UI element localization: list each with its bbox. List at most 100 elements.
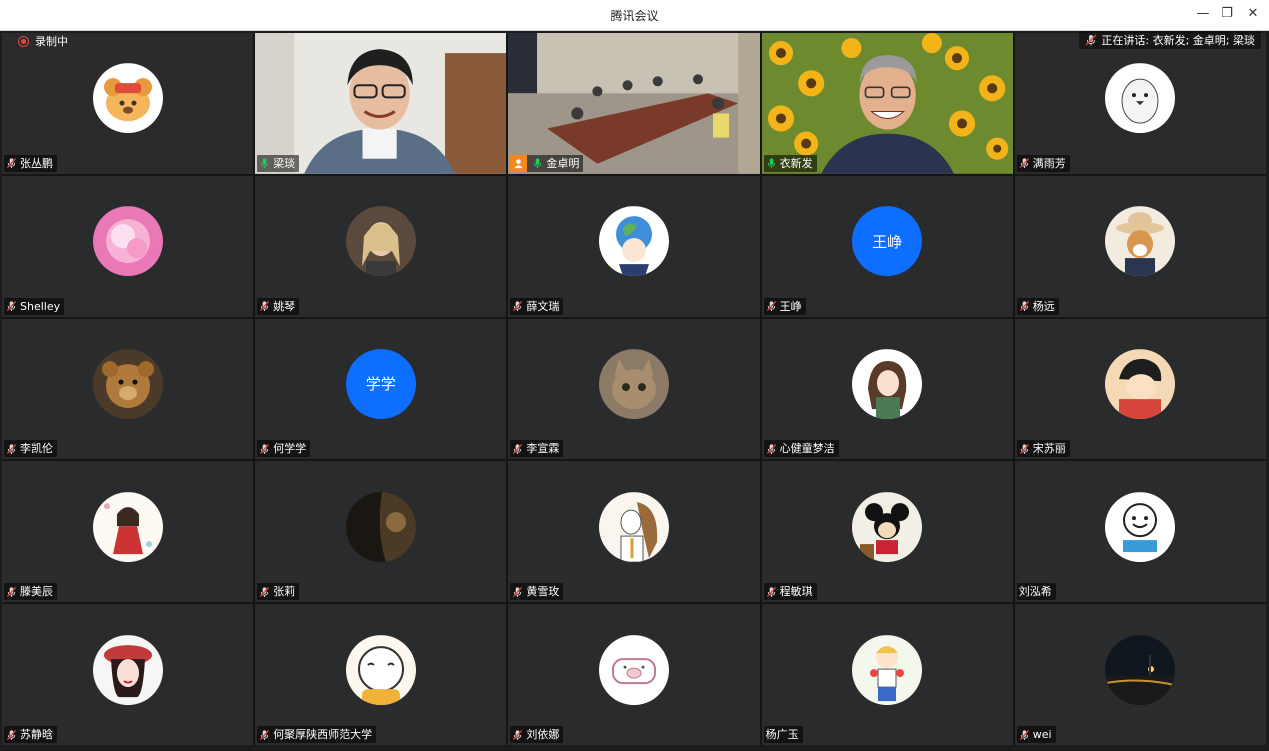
participant-avatar	[92, 634, 163, 705]
muted-mic-icon	[513, 729, 523, 740]
participant-tile[interactable]: 王峥 王峥	[761, 175, 1013, 317]
participant-name: 滕美辰	[20, 585, 53, 599]
participant-avatar	[345, 491, 416, 562]
participant-nameplate: 金卓明	[510, 154, 584, 172]
muted-mic-icon	[260, 729, 270, 740]
participant-nameplate: 张莉	[257, 583, 300, 601]
muted-mic-icon	[260, 586, 270, 597]
participant-video	[508, 33, 760, 174]
muted-mic-icon	[513, 301, 523, 312]
participant-video	[761, 33, 1013, 174]
participant-nameplate: 梁琰	[257, 154, 300, 172]
title-bar: 腾讯会议 — ❐ ✕	[0, 0, 1269, 31]
participant-tile[interactable]: 苏静晗	[2, 604, 254, 745]
participant-tile[interactable]: 心健童梦洁	[761, 318, 1013, 460]
participant-nameplate: wei	[1016, 726, 1056, 743]
participant-avatar	[345, 206, 416, 277]
muted-mic-icon	[513, 443, 523, 454]
participant-nameplate: 杨广玉	[763, 726, 803, 743]
participant-name: 李宣霖	[526, 442, 560, 456]
participant-nameplate: 苏静晗	[4, 726, 57, 743]
participant-tile[interactable]: 滕美辰	[2, 461, 254, 603]
participant-nameplate: 滕美辰	[4, 583, 57, 601]
restore-icon[interactable]: ❐	[1216, 4, 1238, 24]
participant-avatar	[598, 349, 669, 420]
participant-nameplate: 姚琴	[257, 297, 300, 315]
participant-tile[interactable]: 何聚厚陕西师范大学	[255, 604, 507, 745]
muted-mic-icon	[6, 158, 17, 169]
participant-nameplate: 薛文瑞	[510, 297, 564, 315]
participant-name: 薛文瑞	[526, 299, 560, 313]
participant-tile[interactable]: 张莉	[255, 461, 507, 603]
participant-nameplate: 衣新发	[763, 154, 817, 172]
participant-nameplate: 杨远	[1016, 297, 1059, 315]
participant-nameplate: 张丛鹏	[4, 154, 57, 172]
close-icon[interactable]: ✕	[1242, 4, 1264, 24]
host-user-icon	[510, 154, 528, 172]
participant-avatar	[598, 206, 669, 277]
participant-avatar	[852, 491, 923, 562]
participant-tile[interactable]: 金卓明	[508, 33, 760, 174]
participant-tile[interactable]: 满雨芳	[1014, 33, 1266, 174]
participant-nameplate: 刘依娜	[510, 726, 564, 743]
muted-mic-icon	[766, 443, 776, 454]
participant-name: wei	[1032, 728, 1052, 741]
participant-avatar	[852, 634, 923, 705]
participant-avatar	[1105, 63, 1176, 134]
participant-name: 宋苏丽	[1032, 442, 1066, 456]
participant-avatar	[92, 491, 163, 562]
participant-avatar	[1105, 349, 1176, 420]
participant-tile[interactable]: 李凯伦	[2, 318, 254, 460]
participant-video	[255, 33, 507, 174]
participant-nameplate: 刘泓希	[1016, 583, 1056, 601]
participant-tile[interactable]: 学学何学学	[255, 318, 507, 460]
participant-tile[interactable]: 姚琴	[255, 175, 507, 317]
minimize-icon[interactable]: —	[1192, 4, 1214, 24]
muted-mic-icon	[260, 443, 270, 454]
participant-avatar	[1105, 634, 1176, 705]
participant-tile[interactable]: 杨广玉	[761, 604, 1013, 745]
participant-nameplate: 李凯伦	[4, 440, 57, 458]
participant-avatar	[598, 491, 669, 562]
window-title: 腾讯会议	[610, 9, 659, 23]
participant-tile[interactable]: 张丛鹏	[2, 33, 254, 174]
mic-icon	[534, 158, 542, 169]
participant-nameplate: 黄雪玫	[510, 583, 564, 601]
participant-tile[interactable]: 刘依娜	[508, 604, 760, 745]
participant-nameplate: 何学学	[257, 440, 311, 458]
participant-nameplate: 心健童梦洁	[763, 440, 839, 458]
participant-name: 杨广玉	[765, 728, 799, 741]
participant-name: 程敏琪	[779, 585, 813, 599]
recording-indicator: 录制中	[18, 33, 68, 49]
participant-tile[interactable]: 程敏琪	[761, 461, 1013, 603]
participant-avatar: 学学	[345, 349, 416, 420]
participant-tile[interactable]: 梁琰	[255, 33, 507, 174]
muted-mic-icon	[6, 301, 17, 312]
participant-tile[interactable]: Shelley	[2, 175, 254, 317]
participant-nameplate: 何聚厚陕西师范大学	[257, 726, 377, 743]
participant-nameplate: 宋苏丽	[1016, 440, 1070, 458]
muted-mic-icon	[1019, 301, 1029, 312]
participant-name: 衣新发	[779, 156, 813, 170]
participant-avatar	[345, 634, 416, 705]
muted-mic-icon	[1019, 729, 1029, 740]
participant-nameplate: Shelley	[4, 297, 65, 315]
participant-tile[interactable]: 李宣霖	[508, 318, 760, 460]
participant-tile[interactable]: 刘泓希	[1014, 461, 1266, 603]
participant-tile[interactable]: 薛文瑞	[508, 175, 760, 317]
participant-tile[interactable]: 宋苏丽	[1014, 318, 1266, 460]
muted-mic-icon	[766, 586, 776, 597]
speaking-label: 正在讲话: 衣新发; 金卓明; 梁琰	[1101, 34, 1255, 47]
participant-tile[interactable]: wei	[1014, 604, 1266, 745]
mic-icon	[767, 158, 775, 169]
participant-name: 杨远	[1032, 299, 1055, 313]
muted-mic-icon	[766, 301, 776, 312]
participant-name: 心健童梦洁	[779, 442, 835, 456]
participant-name: 梁琰	[273, 156, 296, 170]
participant-tile[interactable]: 衣新发	[761, 33, 1013, 174]
participant-tile[interactable]: 杨远	[1014, 175, 1266, 317]
muted-mic-icon	[1019, 158, 1029, 169]
participant-tile[interactable]: 黄雪玫	[508, 461, 760, 603]
participant-nameplate: 王峥	[763, 297, 806, 315]
participant-avatar	[1105, 491, 1176, 562]
